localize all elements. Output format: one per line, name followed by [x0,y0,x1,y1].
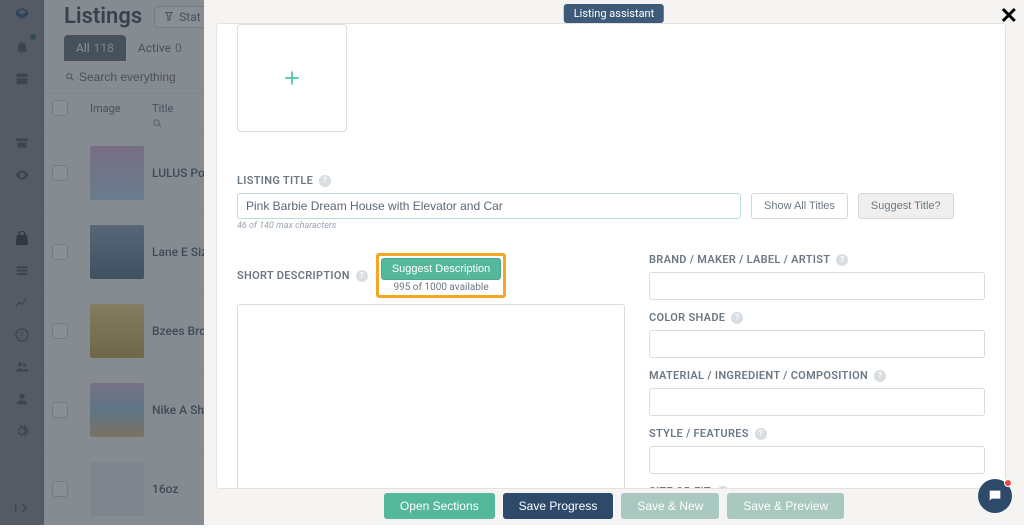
modal-footer: Open Sections Save Progress Save & New S… [204,487,1024,525]
suggest-description-button[interactable]: Suggest Description [381,258,501,280]
chat-icon [987,488,1003,504]
suggest-title-button[interactable]: Suggest Title? [858,193,954,219]
help-icon[interactable]: ? [356,270,368,282]
notification-dot [1004,479,1012,487]
help-icon[interactable]: ? [874,370,886,382]
short-desc-label: SHORT DESCRIPTION ? [237,269,368,282]
save-progress-button[interactable]: Save Progress [503,493,614,519]
help-icon[interactable]: ? [836,254,848,266]
style-label: STYLE / FEATURES? [649,427,985,440]
listing-assistant-modal: Listing assistant ✕ LISTING TITLE ? 46 o… [204,0,1024,525]
help-icon[interactable]: ? [755,428,767,440]
chat-widget[interactable] [978,479,1012,513]
listing-title-input[interactable] [237,193,741,219]
color-label: COLOR SHADE? [649,311,985,324]
help-icon[interactable]: ? [731,312,743,324]
suggest-description-highlight: Suggest Description 995 of 1000 availabl… [376,253,506,298]
material-input[interactable] [649,388,985,416]
help-icon[interactable]: ? [319,175,331,187]
material-label: MATERIAL / INGREDIENT / COMPOSITION? [649,369,985,382]
open-sections-button[interactable]: Open Sections [384,493,495,519]
modal-body: LISTING TITLE ? 46 of 140 max characters… [216,23,1006,489]
add-image-box[interactable] [237,24,347,132]
short-description-textarea[interactable] [237,304,625,489]
listing-title-label: LISTING TITLE ? [237,174,985,187]
style-input[interactable] [649,446,985,474]
modal-badge: Listing assistant [564,4,664,23]
plus-icon [282,68,302,88]
brand-input[interactable] [649,272,985,300]
show-all-titles-button[interactable]: Show All Titles [751,193,848,219]
save-preview-button[interactable]: Save & Preview [727,493,844,519]
dim-overlay [0,0,204,525]
save-new-button[interactable]: Save & New [621,493,719,519]
color-input[interactable] [649,330,985,358]
chars-available: 995 of 1000 available [393,282,488,293]
brand-label: BRAND / MAKER / LABEL / ARTIST? [649,253,985,266]
char-count-hint: 46 of 140 max characters [237,221,741,231]
